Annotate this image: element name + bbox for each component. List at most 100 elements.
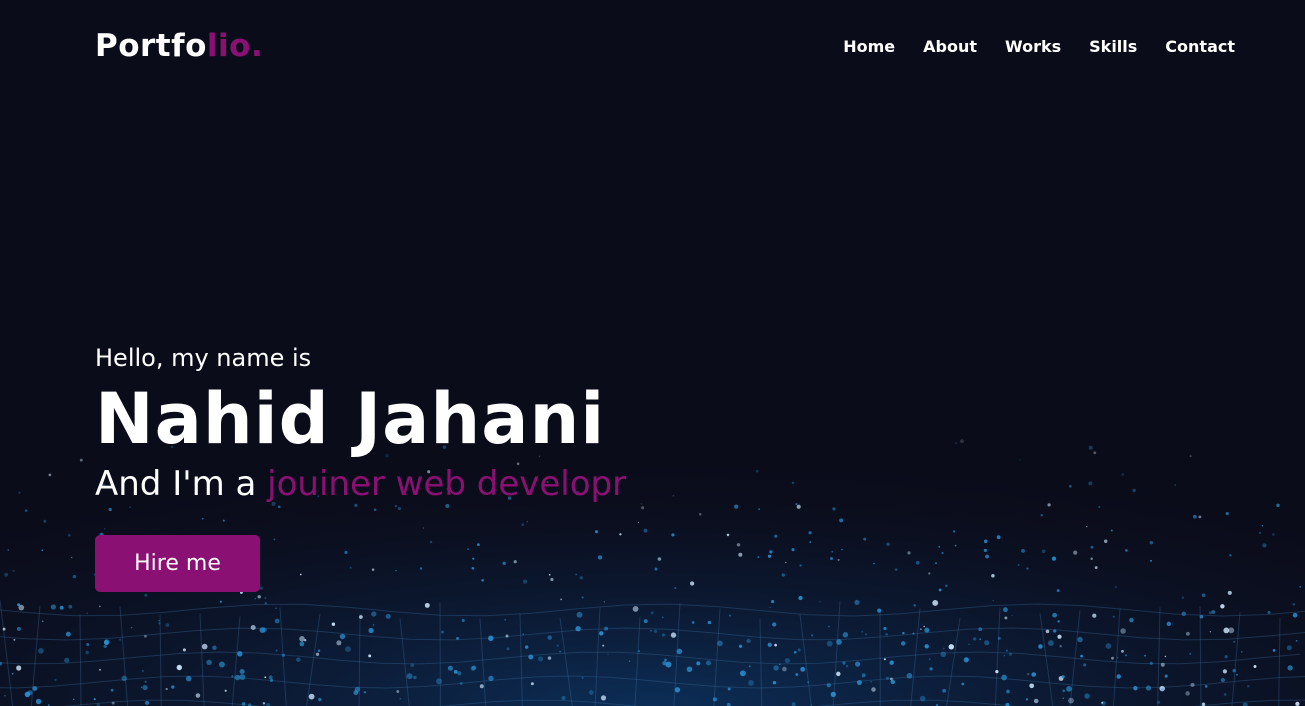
particle [826, 640, 833, 647]
particle [826, 683, 831, 688]
particle [212, 645, 217, 651]
logo[interactable]: Portfolio. [95, 28, 263, 64]
nav-link-works[interactable]: Works [1005, 37, 1061, 56]
particle [268, 675, 273, 680]
particle [784, 658, 790, 664]
particle [528, 654, 534, 660]
nav-link-contact[interactable]: Contact [1165, 37, 1235, 56]
particle [54, 678, 57, 682]
particle [748, 665, 751, 668]
particle [1199, 614, 1204, 619]
particle [447, 665, 453, 671]
particle [441, 630, 444, 634]
hero-role-prefix: And I'm a [95, 464, 268, 504]
particle [1066, 686, 1072, 692]
particle [471, 566, 475, 570]
particle [1056, 589, 1060, 593]
particle [579, 576, 584, 580]
particle [928, 572, 931, 575]
particle [513, 560, 517, 564]
particle [778, 663, 781, 666]
particle [1116, 657, 1119, 659]
particle [176, 664, 182, 671]
particle [674, 587, 677, 590]
particle [1112, 615, 1115, 618]
particle [395, 569, 397, 572]
particle [171, 685, 175, 689]
particle [798, 595, 803, 601]
particle [674, 687, 681, 693]
particle [32, 686, 38, 691]
particle [165, 623, 170, 627]
particle [262, 702, 266, 705]
particle [1190, 682, 1195, 687]
particle [1236, 673, 1238, 676]
particle [769, 606, 771, 608]
hero-role-highlight: jouiner web developr [267, 464, 627, 504]
particle [1029, 683, 1035, 689]
particle [1068, 697, 1074, 704]
particle [1220, 604, 1225, 609]
particle [854, 599, 860, 605]
particle [1101, 701, 1104, 704]
particle [738, 644, 743, 648]
particle [894, 568, 898, 571]
nav-item-skills: Skills [1089, 37, 1137, 56]
particle [1185, 691, 1190, 696]
particle [471, 665, 477, 671]
nav-link-home[interactable]: Home [843, 37, 895, 56]
particle [842, 632, 849, 638]
particle [182, 648, 186, 652]
particle [873, 562, 875, 565]
particle [581, 676, 584, 679]
particle [795, 673, 799, 676]
particle [855, 661, 861, 667]
particle [349, 566, 352, 569]
particle [1090, 557, 1093, 561]
hire-me-button[interactable]: Hire me [95, 535, 260, 592]
particle [1105, 643, 1112, 649]
particle [906, 672, 913, 679]
hero-content: Hello, my name is Nahid Jahani And I'm a… [95, 340, 995, 506]
particle [1292, 602, 1296, 606]
particle [924, 627, 930, 633]
particle [224, 689, 227, 692]
particle [201, 643, 208, 650]
particle [889, 677, 893, 681]
particle [603, 601, 605, 603]
particle [781, 573, 785, 577]
particle [1061, 675, 1065, 679]
particle [93, 698, 96, 701]
particle [913, 604, 916, 607]
particle [363, 691, 367, 694]
particle [158, 619, 160, 622]
particle [99, 668, 101, 671]
hero-greeting: Hello, my name is [95, 344, 312, 372]
particle [772, 681, 777, 685]
particle [948, 644, 955, 650]
particle [35, 698, 42, 705]
particle [344, 550, 348, 554]
particle [1041, 549, 1046, 554]
particle [912, 632, 915, 635]
particle [1038, 644, 1043, 649]
particle [650, 611, 654, 615]
particle [1201, 702, 1206, 706]
particle [38, 648, 44, 654]
particle [995, 669, 999, 674]
particle [576, 611, 583, 618]
particle [774, 643, 777, 647]
particle [1201, 593, 1206, 598]
particle [206, 659, 212, 666]
nav-link-skills[interactable]: Skills [1089, 37, 1137, 56]
nav-link-about[interactable]: About [923, 37, 977, 56]
particle [637, 649, 641, 653]
logo-accent: lio. [206, 28, 264, 64]
particle [654, 567, 658, 571]
particle [1224, 655, 1228, 659]
particle [1057, 634, 1062, 639]
particle [318, 697, 322, 702]
particle [354, 686, 361, 693]
particle [453, 669, 458, 674]
particle [979, 638, 982, 641]
